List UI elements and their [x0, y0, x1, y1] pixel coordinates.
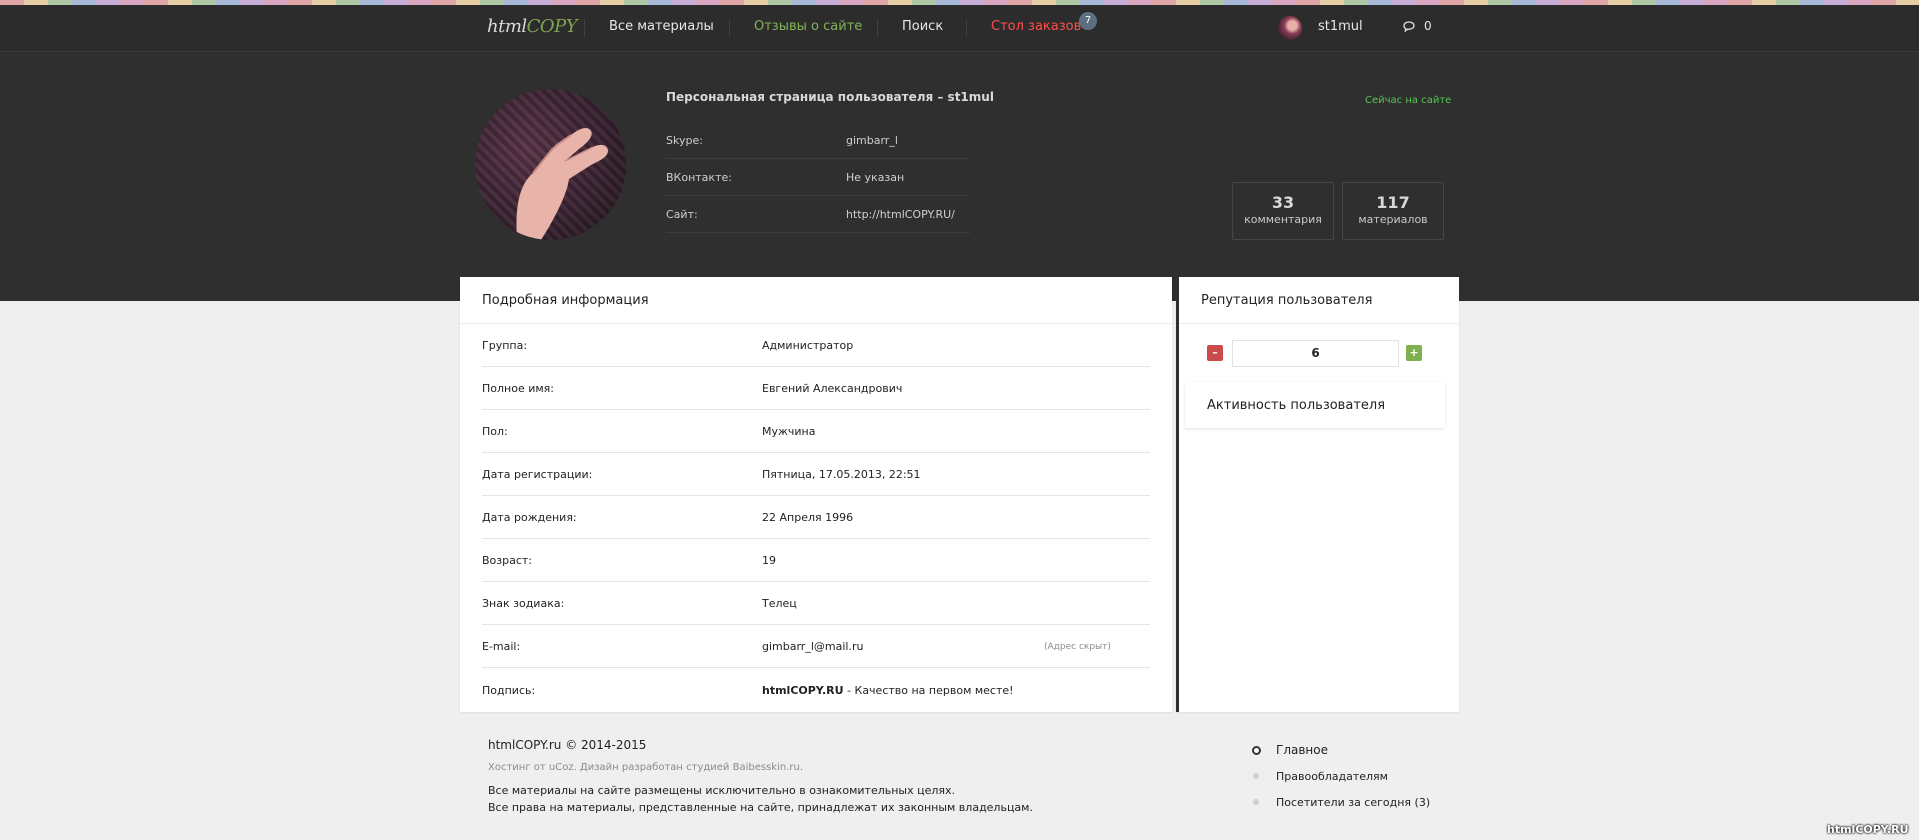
nav-divider — [966, 19, 967, 37]
details-heading: Подробная информация — [460, 277, 1172, 324]
orders-count-badge: 7 — [1079, 12, 1097, 30]
footer-link-visitors-today[interactable]: Посетители за сегодня (3) — [1276, 796, 1430, 809]
nav-search[interactable]: Поиск — [902, 19, 943, 34]
stat-number: 33 — [1271, 193, 1295, 212]
reputation-heading: Репутация пользователя — [1179, 277, 1459, 324]
signature-value: htmlCOPY.RU - Качество на первом месте! — [762, 684, 1014, 697]
detail-row-age: Возраст: 19 — [482, 539, 1150, 582]
detail-label: Возраст: — [482, 554, 533, 567]
user-avatar-small[interactable] — [1278, 16, 1302, 40]
detail-row-zodiac: Знак зодиака: Телец — [482, 582, 1150, 625]
detail-value: 19 — [762, 554, 776, 567]
detail-label: E-mail: — [482, 640, 521, 653]
field-label: Skype: — [666, 134, 703, 147]
detail-label: Дата регистрации: — [482, 468, 593, 481]
footer-hosting: Хостинг от uCoz. Дизайн разработан студи… — [488, 762, 804, 773]
stat-number: 117 — [1376, 193, 1410, 212]
detail-value: Евгений Александрович — [762, 382, 903, 395]
field-label: Сайт: — [666, 208, 698, 221]
profile-avatar — [475, 89, 626, 240]
online-status: Сейчас на сайте — [1365, 95, 1452, 106]
detail-label: Полное имя: — [482, 382, 554, 395]
materials-stat[interactable]: 117 материалов — [1342, 182, 1444, 240]
footer-link-home[interactable]: Главное — [1276, 743, 1328, 757]
signature-text: - Качество на первом месте! — [843, 684, 1014, 697]
detail-value: Администратор — [762, 339, 854, 352]
speech-bubble-icon[interactable] — [1403, 21, 1415, 32]
detail-row-registration: Дата регистрации: Пятница, 17.05.2013, 2… — [482, 453, 1150, 496]
reputation-minus-button[interactable]: – — [1207, 345, 1223, 361]
site-link[interactable]: http://htmlCOPY.RU/ — [846, 208, 955, 221]
detail-value: Пятница, 17.05.2013, 22:51 — [762, 468, 921, 481]
detail-row-birthdate: Дата рождения: 22 Апреля 1996 — [482, 496, 1150, 539]
site-logo[interactable]: htmlCOPY — [487, 16, 578, 37]
reputation-value: 6 — [1232, 340, 1399, 367]
footer-disclaimer-2: Все права на материалы, представленные н… — [488, 801, 1033, 814]
detail-row-full-name: Полное имя: Евгений Александрович — [482, 367, 1150, 410]
home-circle-icon — [1252, 746, 1261, 755]
hand-photo-graphic — [516, 128, 608, 240]
detail-label: Группа: — [482, 339, 528, 352]
detail-row-signature: Подпись: htmlCOPY.RU - Качество на перво… — [482, 669, 1150, 712]
profile-page-title: Персональная страница пользователя – st1… — [666, 90, 994, 104]
footer-copyright: htmlCOPY.ru © 2014-2015 — [488, 738, 647, 752]
nav-divider — [729, 19, 730, 37]
detail-label: Знак зодиака: — [482, 597, 565, 610]
detail-value: Телец — [762, 597, 797, 610]
email-hidden-note: (Адрес скрыт) — [1044, 642, 1111, 652]
nav-divider — [584, 19, 585, 37]
messages-count[interactable]: 0 — [1424, 19, 1432, 33]
signature-brand: htmlCOPY.RU — [762, 684, 844, 697]
profile-field-vk: ВКонтакте: Не указан — [666, 159, 970, 196]
field-value: gimbarr_l — [846, 134, 898, 147]
user-activity-card[interactable]: Активность пользователя — [1185, 382, 1445, 428]
logo-html-text: html — [487, 16, 527, 37]
field-value: Не указан — [846, 171, 905, 184]
stat-caption: материалов — [1358, 213, 1428, 226]
detail-row-group: Группа: Администратор — [482, 324, 1150, 367]
nav-order-desk[interactable]: Стол заказов — [991, 19, 1081, 34]
detail-label: Подпись: — [482, 684, 536, 697]
current-username[interactable]: st1mul — [1318, 19, 1363, 34]
field-label: ВКонтакте: — [666, 171, 732, 184]
detail-label: Дата рождения: — [482, 511, 577, 524]
detail-label: Пол: — [482, 425, 508, 438]
detail-row-gender: Пол: Мужчина — [482, 410, 1150, 453]
details-panel: Подробная информация Группа: Администрат… — [460, 277, 1172, 712]
top-navigation-bar: htmlCOPY Все материалы Отзывы о сайте По… — [0, 5, 1919, 52]
email-value[interactable]: gimbarr_l@mail.ru — [762, 640, 863, 653]
bullet-icon — [1253, 773, 1259, 779]
stat-caption: комментария — [1244, 213, 1322, 226]
logo-copy-text: COPY — [526, 16, 578, 37]
detail-value: Мужчина — [762, 425, 816, 438]
comments-stat[interactable]: 33 комментария — [1232, 182, 1334, 240]
nav-site-reviews[interactable]: Отзывы о сайте — [754, 19, 862, 34]
reputation-plus-button[interactable]: + — [1406, 345, 1422, 361]
profile-field-skype: Skype: gimbarr_l — [666, 122, 970, 159]
watermark: htmlCOPY.RU — [1827, 823, 1909, 836]
footer-disclaimer-1: Все материалы на сайте размещены исключи… — [488, 784, 956, 797]
nav-divider — [877, 19, 878, 37]
detail-value: 22 Апреля 1996 — [762, 511, 854, 524]
nav-all-materials[interactable]: Все материалы — [609, 19, 714, 34]
detail-row-email: E-mail: gimbarr_l@mail.ru (Адрес скрыт) — [482, 625, 1150, 668]
profile-field-site: Сайт: http://htmlCOPY.RU/ — [666, 196, 970, 233]
footer-link-copyright-holders[interactable]: Правообладателям — [1276, 770, 1388, 783]
bullet-icon — [1253, 799, 1259, 805]
